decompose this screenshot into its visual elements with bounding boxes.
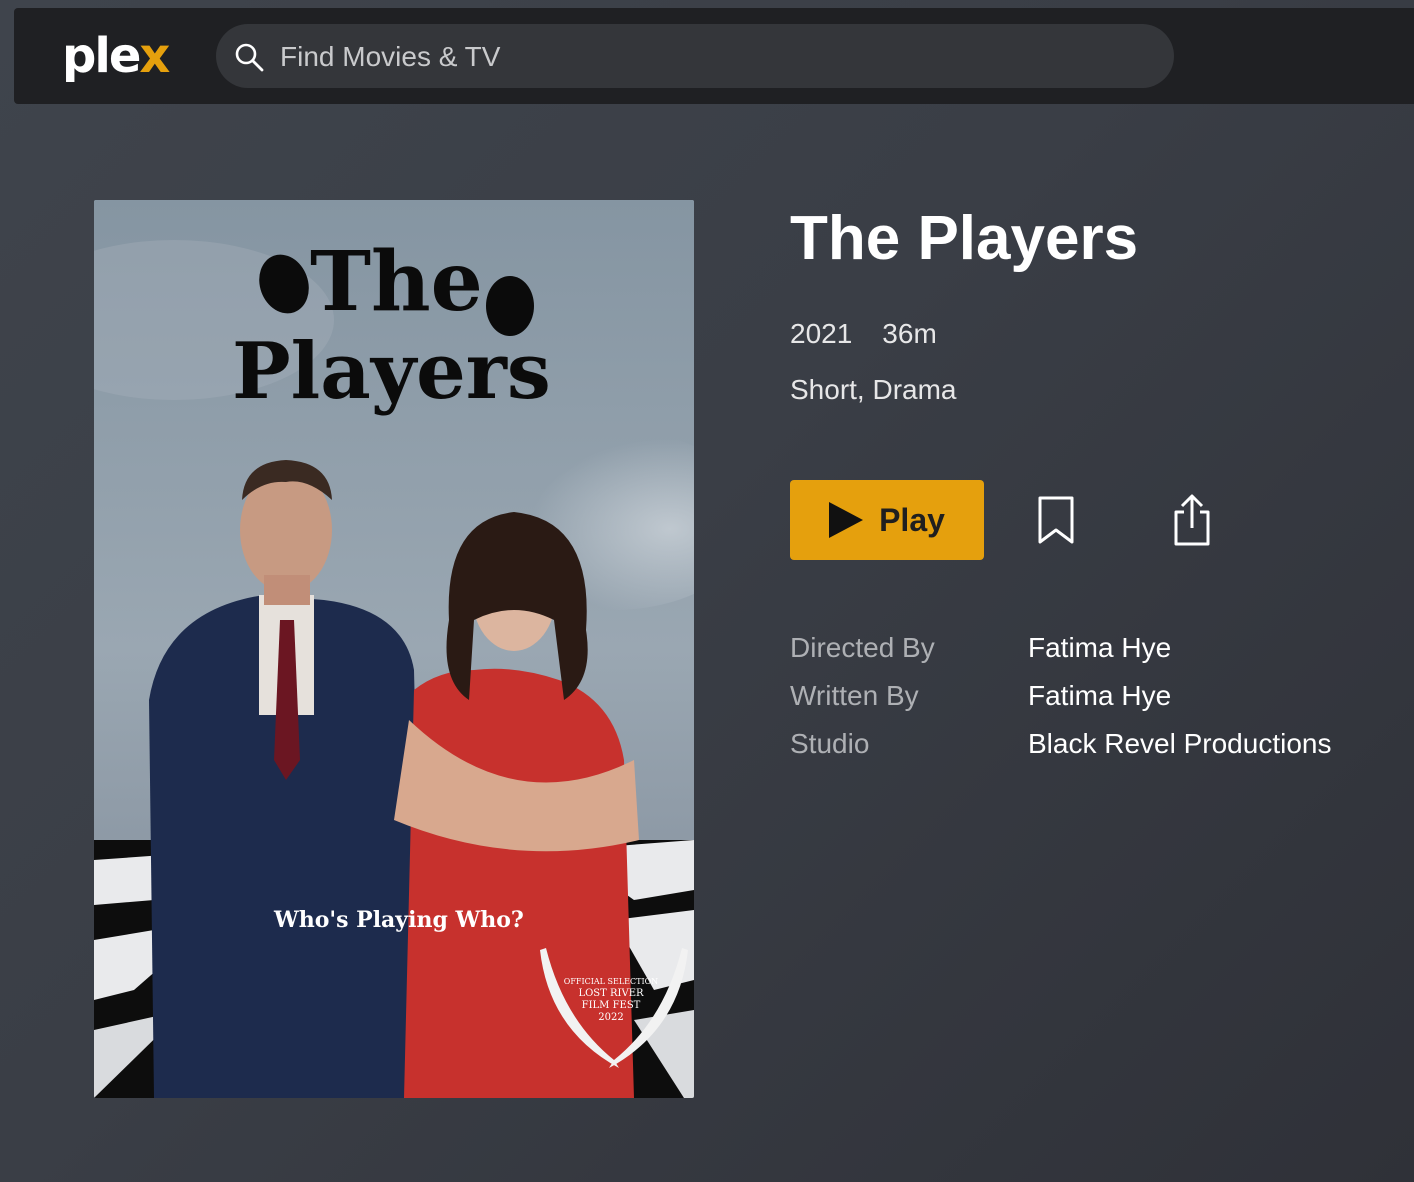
logo-text-main: ple bbox=[62, 28, 141, 84]
bookmark-icon[interactable] bbox=[1028, 492, 1084, 548]
laurel-line-2: LOST RIVER bbox=[578, 988, 644, 999]
credit-label: Studio bbox=[790, 728, 870, 759]
credit-row-writer: Written By Fatima Hye bbox=[790, 672, 1331, 720]
credit-label: Directed By bbox=[790, 632, 935, 663]
movie-duration: 36m bbox=[882, 318, 937, 349]
movie-title: The Players bbox=[790, 204, 1139, 273]
play-button-label: Play bbox=[879, 501, 945, 538]
movie-genres: Short, Drama bbox=[790, 374, 957, 405]
movie-meta: 2021 36m bbox=[790, 318, 937, 350]
movie-year: 2021 bbox=[790, 318, 853, 349]
poster-artwork: The Players Who's Playing Who? OFFICIAL … bbox=[94, 200, 694, 1098]
credit-label: Written By bbox=[790, 680, 919, 711]
laurel-line-4: 2022 bbox=[598, 1012, 623, 1023]
top-navigation-bar: plex bbox=[14, 8, 1414, 104]
poster-title-line2: Players bbox=[232, 326, 551, 417]
laurel-line-3: FILM FEST bbox=[582, 1000, 641, 1011]
director-link[interactable]: Fatima Hye bbox=[1028, 624, 1171, 672]
studio-link[interactable]: Black Revel Productions bbox=[1028, 720, 1331, 768]
poster-tagline: Who's Playing Who? bbox=[273, 907, 524, 933]
movie-poster[interactable]: The Players Who's Playing Who? OFFICIAL … bbox=[94, 200, 694, 1098]
logo-text-accent: x bbox=[139, 28, 170, 84]
share-icon[interactable] bbox=[1164, 492, 1220, 548]
laurel-line-1: OFFICIAL SELECTION bbox=[564, 977, 658, 986]
comedy-mask-icon bbox=[486, 276, 534, 336]
credit-row-studio: Studio Black Revel Productions bbox=[790, 720, 1331, 768]
credit-row-director: Directed By Fatima Hye bbox=[790, 624, 1331, 672]
search-bar[interactable] bbox=[216, 24, 1174, 88]
credits-list: Directed By Fatima Hye Written By Fatima… bbox=[790, 624, 1331, 768]
search-icon bbox=[235, 43, 264, 72]
plex-logo[interactable]: plex bbox=[62, 28, 170, 84]
writer-link[interactable]: Fatima Hye bbox=[1028, 672, 1171, 720]
play-button[interactable]: Play bbox=[790, 480, 984, 560]
poster-title-line1: The bbox=[310, 234, 483, 330]
search-input[interactable] bbox=[278, 34, 1142, 80]
play-icon bbox=[829, 502, 864, 538]
